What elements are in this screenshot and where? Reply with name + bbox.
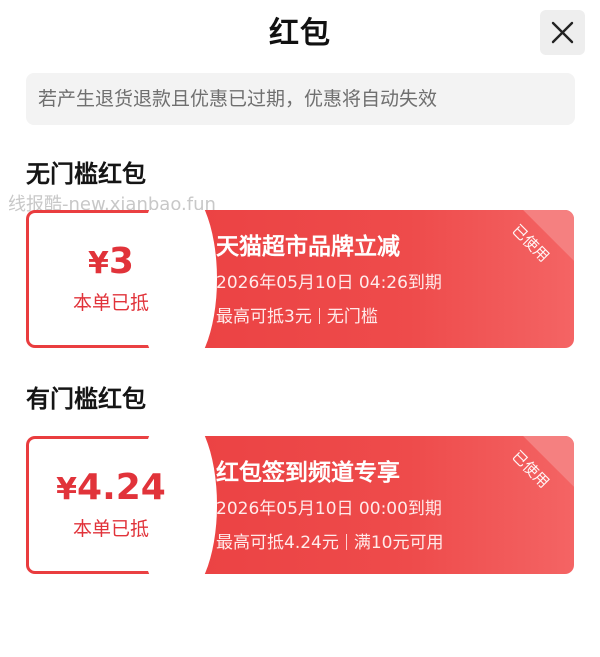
amount: ¥4.24 xyxy=(26,466,196,512)
card-name: 红包签到频道专享 xyxy=(216,460,400,486)
section-title-threshold: 有门槛红包 xyxy=(26,385,146,413)
close-button[interactable] xyxy=(540,10,585,55)
close-icon xyxy=(551,21,574,44)
amount-note: 本单已抵 xyxy=(72,292,149,314)
max-deduct: 最高可抵3元 xyxy=(216,307,312,327)
condition: 无门槛 xyxy=(326,307,378,327)
header: 红包 xyxy=(0,0,600,70)
section-title-no-threshold: 无门槛红包 xyxy=(26,160,146,188)
currency-symbol: ¥ xyxy=(56,472,78,507)
divider xyxy=(318,308,320,324)
card-limit: 最高可抵4.24元 满10元可用 xyxy=(216,531,444,555)
card-name: 天猫超市品牌立减 xyxy=(216,234,400,260)
currency-symbol: ¥ xyxy=(88,246,109,281)
amount-note: 本单已抵 xyxy=(72,518,149,540)
divider xyxy=(345,534,347,550)
red-packet-card[interactable]: ¥4.24 本单已抵 红包签到频道专享 2026年05月10日 00:00到期 … xyxy=(26,436,574,574)
amount: ¥3 xyxy=(26,240,196,286)
condition: 满10元可用 xyxy=(353,533,444,553)
refund-notice: 若产生退货退款且优惠已过期，优惠将自动失效 xyxy=(26,73,575,125)
max-deduct: 最高可抵4.24元 xyxy=(216,533,339,553)
card-expiry: 2026年05月10日 04:26到期 xyxy=(216,273,442,293)
card-limit: 最高可抵3元 无门槛 xyxy=(216,305,378,329)
red-packet-card[interactable]: ¥3 本单已抵 天猫超市品牌立减 2026年05月10日 04:26到期 最高可… xyxy=(26,210,574,348)
card-expiry: 2026年05月10日 00:00到期 xyxy=(216,499,442,519)
page-title: 红包 xyxy=(269,16,331,51)
amount-value: 3 xyxy=(108,241,134,282)
amount-value: 4.24 xyxy=(77,467,166,508)
